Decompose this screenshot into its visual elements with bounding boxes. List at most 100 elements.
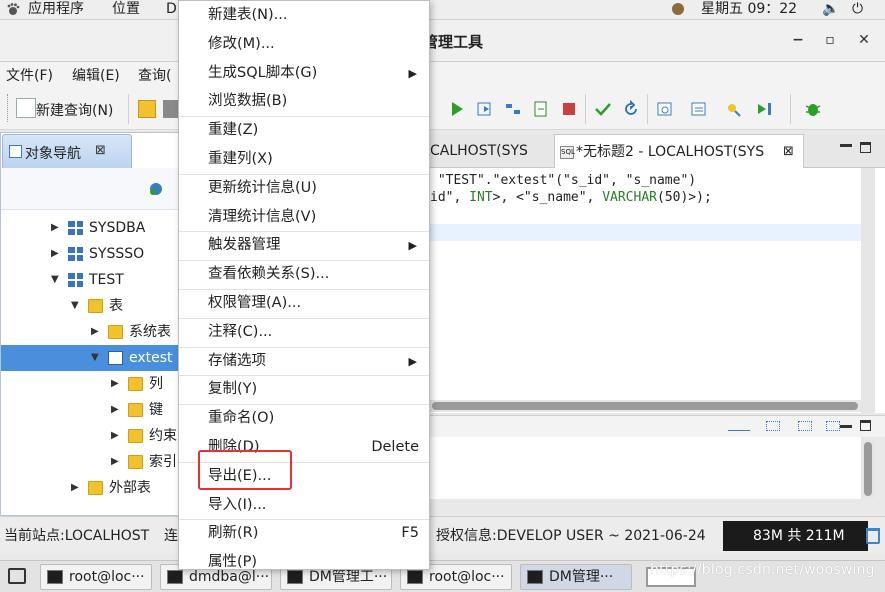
- menu-query[interactable]: 查询(: [138, 65, 171, 85]
- collapse-arrow-icon[interactable]: ▼: [51, 267, 61, 293]
- calendar-search-icon[interactable]: [656, 100, 674, 118]
- collapse-arrow-icon[interactable]: ▼: [71, 293, 81, 319]
- expand-icon[interactable]: [798, 421, 812, 431]
- menu-file[interactable]: 文件(F): [6, 65, 53, 85]
- menu-rebuild[interactable]: 重建(Z): [179, 116, 429, 145]
- expand-arrow-icon[interactable]: ▶: [111, 449, 121, 475]
- bug-icon[interactable]: [804, 100, 822, 118]
- tree-node[interactable]: ▶ SYSSSO: [1, 241, 179, 267]
- menu-rename[interactable]: 重命名(O): [179, 404, 429, 433]
- sql-editor[interactable]: "TEST"."extest"("s_id", "s_name") id", I…: [430, 168, 885, 413]
- menu-item-label: 刷新(R): [208, 525, 259, 541]
- run-step-icon[interactable]: [476, 100, 494, 118]
- menu-storage-options[interactable]: 存储选项 ▶: [179, 347, 429, 376]
- step-into-icon[interactable]: [756, 100, 774, 118]
- tree-node[interactable]: ▶ SYSDBA: [1, 215, 179, 241]
- expand-arrow-icon[interactable]: ▶: [51, 215, 61, 241]
- tree-node[interactable]: ▼ extest: [1, 345, 179, 371]
- menu-rebuild-columns[interactable]: 重建列(X): [179, 145, 429, 174]
- stop-icon[interactable]: [560, 100, 578, 118]
- trash-icon[interactable]: [866, 528, 880, 544]
- expand-arrow-icon[interactable]: ▶: [111, 397, 121, 423]
- maximize-view-icon[interactable]: [860, 142, 871, 153]
- close-tab-icon[interactable]: ⊠: [95, 143, 106, 158]
- collapse-icon[interactable]: [766, 421, 780, 431]
- wrap-icon[interactable]: [826, 421, 840, 431]
- menu-update-stats[interactable]: 更新统计信息(U): [179, 174, 429, 203]
- run-icon[interactable]: [448, 100, 466, 118]
- expand-arrow-icon[interactable]: ▶: [91, 319, 101, 345]
- menu-properties[interactable]: 属性(P): [179, 548, 429, 577]
- collapse-arrow-icon[interactable]: ▼: [91, 345, 101, 371]
- editor-horizontal-scrollbar[interactable]: [430, 400, 861, 412]
- menu-import[interactable]: 导入(I)...: [179, 491, 429, 520]
- menu-comment[interactable]: 注释(C)...: [179, 318, 429, 347]
- format-icon[interactable]: [728, 421, 750, 431]
- menu-generate-sql[interactable]: 生成SQL脚本(G) ▶: [179, 59, 429, 88]
- code-token: (50)>);: [657, 190, 712, 205]
- menu-new-table[interactable]: 新建表(N)...: [179, 1, 429, 30]
- minimize-button[interactable]: −: [788, 30, 808, 50]
- clock[interactable]: 星期五 09：22: [701, 0, 797, 20]
- tree-node[interactable]: ▶ 约束: [1, 423, 179, 449]
- menu-view-dependencies[interactable]: 查看依赖关系(S)...: [179, 260, 429, 289]
- folder-icon: [108, 325, 123, 339]
- open-folder-icon[interactable]: [138, 100, 156, 118]
- volume-icon[interactable]: 🔈: [822, 0, 839, 20]
- applications-menu[interactable]: 应用程序: [28, 0, 84, 20]
- menu-edit[interactable]: 编辑(E): [72, 65, 120, 85]
- menu-refresh[interactable]: 刷新(R) F5: [179, 519, 429, 548]
- result-vertical-scrollbar[interactable]: [861, 440, 875, 498]
- scrollbar-thumb[interactable]: [432, 402, 858, 410]
- close-button[interactable]: ✕: [854, 30, 874, 50]
- tab-query-1[interactable]: CALHOST(SYS: [430, 134, 550, 168]
- tree-node[interactable]: ▶ 系统表: [1, 319, 179, 345]
- explain-icon[interactable]: [504, 100, 522, 118]
- maximize-button[interactable]: ▫: [820, 30, 840, 50]
- taskbar-item[interactable]: DM管理···: [520, 564, 632, 590]
- schema-icon: [68, 247, 83, 261]
- tab-object-navigator[interactable]: 对象导航 ⊠: [2, 134, 132, 168]
- tree-node-label: SYSDBA: [89, 220, 146, 236]
- export-result-icon[interactable]: [532, 100, 550, 118]
- rollback-icon[interactable]: [622, 100, 640, 118]
- scrollbar-thumb[interactable]: [864, 442, 872, 496]
- debug-tool-icon[interactable]: [724, 100, 742, 118]
- menu-browse-data[interactable]: 浏览数据(B): [179, 87, 429, 116]
- menu-trigger-mgmt[interactable]: 触发器管理 ▶: [179, 231, 429, 260]
- show-desktop-icon[interactable]: [8, 568, 26, 584]
- places-menu[interactable]: 位置: [112, 0, 140, 20]
- menu-copy[interactable]: 复制(Y): [179, 375, 429, 404]
- power-icon[interactable]: ⏻: [852, 0, 863, 20]
- connect-icon[interactable]: [147, 180, 165, 198]
- minimize-view-icon[interactable]: [840, 144, 852, 147]
- close-tab-icon[interactable]: ⊠: [783, 135, 794, 169]
- menu-item-label: 存储选项: [208, 353, 266, 369]
- tree-node[interactable]: ▼ TEST: [1, 267, 179, 293]
- memory-usage[interactable]: 83M 共 211M: [723, 521, 868, 551]
- tree-node[interactable]: ▶ 外部表: [1, 475, 179, 501]
- tab-query-2[interactable]: SQL *无标题2 - LOCALHOST(SYS ⊠: [554, 134, 804, 168]
- system-top-bar: 应用程序 位置 DM 星期五 09：22 🔈 ⏻: [0, 0, 885, 20]
- minimize-view-icon[interactable]: [840, 425, 852, 428]
- expand-arrow-icon[interactable]: ▶: [111, 371, 121, 397]
- editor-vertical-scrollbar[interactable]: [861, 168, 875, 413]
- expand-arrow-icon[interactable]: ▶: [111, 423, 121, 449]
- tree-node[interactable]: ▼ 表: [1, 293, 179, 319]
- submenu-arrow-icon: ▶: [408, 355, 417, 368]
- tree-node[interactable]: ▶ 键: [1, 397, 179, 423]
- commit-icon[interactable]: [594, 100, 612, 118]
- code-token: id",: [430, 190, 470, 205]
- expand-arrow-icon[interactable]: ▶: [71, 475, 81, 501]
- taskbar-item[interactable]: root@loc···: [40, 564, 152, 590]
- menu-clear-stats[interactable]: 清理统计信息(V): [179, 203, 429, 232]
- maximize-view-icon[interactable]: [860, 420, 871, 431]
- menu-permissions[interactable]: 权限管理(A)...: [179, 289, 429, 318]
- menu-modify[interactable]: 修改(M)...: [179, 30, 429, 59]
- schedule-icon[interactable]: [690, 100, 708, 118]
- folder-icon: [128, 455, 143, 469]
- expand-arrow-icon[interactable]: ▶: [51, 241, 61, 267]
- tree-node[interactable]: ▶ 列: [1, 371, 179, 397]
- new-query-button[interactable]: 新建查询(N): [36, 100, 113, 120]
- tree-node[interactable]: ▶ 索引: [1, 449, 179, 475]
